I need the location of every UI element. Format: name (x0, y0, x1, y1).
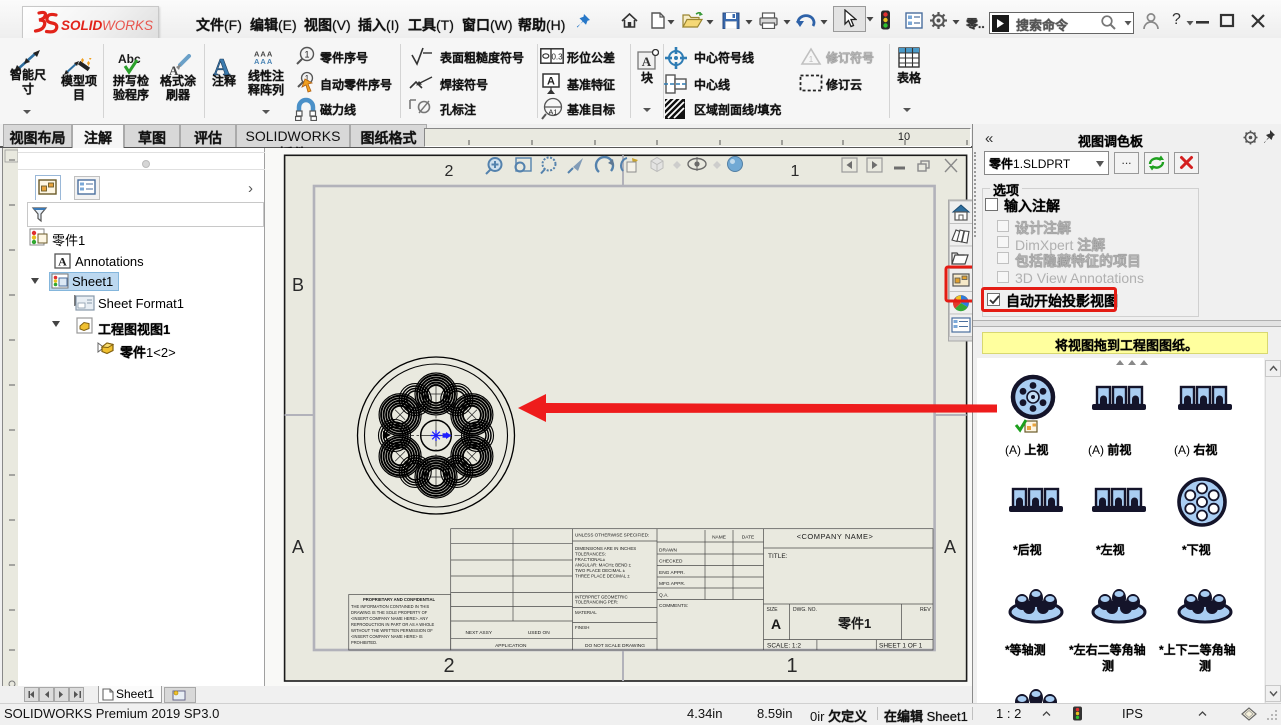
svg-text:TWO PLACE DECIMAL ±: TWO PLACE DECIMAL ± (575, 568, 626, 573)
svg-text:CHECKED: CHECKED (659, 559, 683, 565)
svg-text:A: A (58, 255, 67, 269)
svg-text:A1: A1 (548, 108, 557, 117)
svg-text:TOLERANCING PER:: TOLERANCING PER: (575, 600, 618, 605)
svg-text:ANGULAR: MACH± BEND ±: ANGULAR: MACH± BEND ± (575, 563, 632, 568)
svg-text:DATE: DATE (742, 535, 754, 541)
svg-text:SHEET 1 OF 1: SHEET 1 OF 1 (879, 643, 923, 650)
svg-text:FRACTIONAL±: FRACTIONAL± (575, 557, 606, 562)
svg-text:<INSERT COMPANY NAME HERE> IS: <INSERT COMPANY NAME HERE> IS (351, 634, 423, 639)
svg-text:<INSERT COMPANY NAME HERE>. AN: <INSERT COMPANY NAME HERE>. ANY (351, 616, 428, 621)
svg-text:1: 1 (809, 55, 814, 64)
svg-text:1: 1 (304, 50, 309, 60)
svg-text:DRAWN: DRAWN (659, 548, 677, 554)
svg-text:1: 1 (786, 655, 797, 677)
svg-text:2: 2 (445, 163, 454, 180)
svg-text:Abc: Abc (118, 52, 141, 66)
svg-text:SIZE: SIZE (767, 607, 779, 613)
svg-text:THREE PLACE DECIMAL ±: THREE PLACE DECIMAL ± (575, 574, 630, 579)
svg-text:REPRODUCTION IN PART OR AS A W: REPRODUCTION IN PART OR AS A WHOLE (351, 622, 435, 627)
svg-text:PROPRIETARY AND CONFIDENTIAL: PROPRIETARY AND CONFIDENTIAL (363, 597, 436, 602)
svg-text:A: A (642, 54, 652, 69)
svg-text:PROHIBITED.: PROHIBITED. (351, 640, 377, 645)
svg-text:1: 1 (791, 163, 800, 180)
svg-text:FINISH: FINISH (575, 625, 589, 630)
svg-text:MATERIAL: MATERIAL (575, 610, 597, 615)
svg-text:TOLERANCES:: TOLERANCES: (575, 552, 606, 557)
svg-text:AAA: AAA (254, 57, 273, 64)
svg-text:A: A (292, 537, 304, 557)
svg-text:WORKS: WORKS (102, 18, 153, 33)
svg-text:NAME: NAME (712, 535, 726, 541)
svg-text:WITHOUT THE WRITTEN PERMISSION: WITHOUT THE WRITTEN PERMISSION OF (351, 628, 433, 633)
svg-text:A: A (547, 76, 555, 88)
svg-text:DWG. NO.: DWG. NO. (793, 607, 817, 613)
svg-text:TITLE:: TITLE: (768, 553, 788, 560)
svg-text:<COMPANY NAME>: <COMPANY NAME> (797, 532, 874, 541)
svg-text:THE INFORMATION CONTAINED IN T: THE INFORMATION CONTAINED IN THIS (351, 604, 430, 609)
svg-text:USED ON: USED ON (528, 630, 550, 636)
svg-text:APPLICATION: APPLICATION (495, 643, 527, 649)
svg-text:SOLID: SOLID (61, 18, 103, 33)
svg-text:0.3: 0.3 (551, 53, 563, 62)
svg-text:2: 2 (443, 655, 454, 677)
svg-text:ENG APPR.: ENG APPR. (659, 570, 685, 576)
svg-text:10: 10 (898, 131, 910, 143)
svg-text:DO NOT SCALE DRAWING: DO NOT SCALE DRAWING (585, 643, 645, 649)
svg-text:NEXT ASSY: NEXT ASSY (465, 630, 492, 636)
svg-text:B: B (292, 275, 304, 295)
svg-text:DIMENSIONS ARE IN INCHES: DIMENSIONS ARE IN INCHES (575, 546, 636, 551)
svg-text:零件1: 零件1 (837, 616, 871, 631)
svg-text:REV: REV (920, 607, 931, 613)
svg-text:COMMENTS:: COMMENTS: (659, 603, 688, 609)
svg-text:A: A (771, 616, 781, 632)
svg-text:Q.A.: Q.A. (659, 593, 669, 599)
svg-text:SCALE: 1:2: SCALE: 1:2 (767, 643, 801, 650)
svg-text:DRAWING IS THE SOLE PROPERTY O: DRAWING IS THE SOLE PROPERTY OF (351, 610, 428, 615)
svg-text:A: A (944, 537, 956, 557)
svg-text:UNLESS OTHERWISE SPECIFIED:: UNLESS OTHERWISE SPECIFIED: (575, 533, 649, 538)
svg-text:MFG APPR.: MFG APPR. (659, 581, 685, 587)
